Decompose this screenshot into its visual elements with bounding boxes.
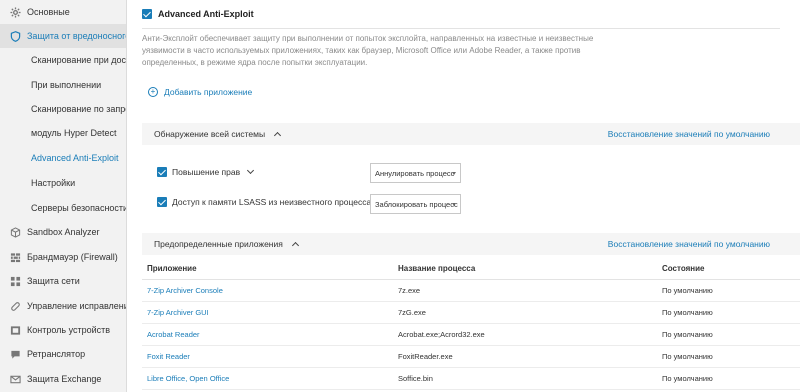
table-row[interactable]: 7-Zip Archiver GUI 7zG.exe По умолчанию	[142, 302, 800, 324]
sidebar-item-on-execute[interactable]: При выполнении	[0, 73, 126, 97]
sidebar-item-label: Sandbox Analyzer	[27, 227, 100, 237]
lsass-access-action-select[interactable]: Заблокировать процесс	[370, 194, 461, 214]
app-name-link[interactable]: 7-Zip Archiver GUI	[142, 308, 396, 317]
gear-icon	[10, 6, 21, 18]
page-title: Advanced Anti-Exploit	[158, 9, 254, 19]
sidebar-item-general[interactable]: Основные	[0, 0, 126, 24]
sidebar-item-exchange-protection[interactable]: Защита Exchange	[0, 367, 126, 391]
column-header-state[interactable]: Состояние	[662, 264, 800, 273]
firewall-icon	[10, 252, 21, 263]
network-icon	[10, 276, 21, 287]
sidebar-item-label: Advanced Anti-Exploit	[31, 153, 119, 163]
option-label: Доступ к памяти LSASS из неизвестного пр…	[172, 197, 372, 207]
sidebar-item-label: Сканирование при доступе	[31, 55, 127, 65]
sidebar-item-label: Сканирование по запросу	[31, 104, 126, 114]
sidebar-item-label: При выполнении	[31, 80, 102, 90]
chevron-down-icon[interactable]	[247, 166, 255, 175]
option-privilege-escalation: Повышение прав	[157, 162, 255, 182]
description-text: Анти-Эксплойт обеспечивает защиту при вы…	[142, 34, 594, 67]
add-application-link[interactable]: + Добавить приложение	[148, 87, 252, 97]
sidebar-item-label: Серверы безопасности	[31, 203, 127, 213]
sidebar-item-label: Защита сети	[27, 276, 80, 286]
state-value: По умолчанию	[662, 374, 713, 383]
section-title: Обнаружение всей системы	[154, 129, 266, 139]
sidebar-item-label: Управление исправлениями	[27, 301, 126, 311]
state-value: По умолчанию	[662, 308, 713, 317]
sidebar-item-label: Настройки	[31, 178, 76, 188]
sidebar-item-on-access[interactable]: Сканирование при доступе	[0, 48, 127, 72]
state-value: По умолчанию	[662, 286, 713, 295]
option-lsass-access: Доступ к памяти LSASS из неизвестного пр…	[157, 192, 386, 212]
anti-exploit-checkbox[interactable]	[142, 9, 152, 19]
process-name: 7z.exe	[398, 286, 421, 295]
shield-icon	[10, 30, 21, 42]
sidebar-item-label: Защита Exchange	[27, 374, 102, 384]
restore-defaults-link[interactable]: Восстановление значений по умолчанию	[608, 239, 770, 249]
sidebar-item-firewall[interactable]: Брандмауэр (Firewall)	[0, 245, 126, 269]
app-name-link[interactable]: Acrobat Reader	[142, 330, 396, 339]
chevron-up-icon[interactable]	[291, 241, 299, 250]
cube-icon	[10, 226, 21, 238]
caret-down-icon	[452, 172, 456, 175]
sidebar-item-label: Брандмауэр (Firewall)	[27, 252, 118, 262]
process-name: Soffice.bin	[398, 374, 433, 383]
section-title: Предопределенные приложения	[154, 239, 283, 249]
sidebar-item-antimalware[interactable]: Защита от вредоносного	[0, 24, 127, 48]
device-icon	[10, 325, 21, 336]
add-application-label: Добавить приложение	[164, 87, 253, 97]
plus-circle-icon: +	[148, 87, 158, 97]
sidebar-item-network-protection[interactable]: Защита сети	[0, 269, 126, 293]
restore-defaults-link[interactable]: Восстановление значений по умолчанию	[608, 129, 770, 139]
app-name-link[interactable]: Libre Office, Open Office	[142, 374, 396, 383]
sidebar-item-security-servers[interactable]: Серверы безопасности	[0, 196, 127, 220]
table-header: Приложение Название процесса Состояние	[142, 258, 800, 280]
sidebar-item-label: модуль Hyper Detect	[31, 128, 117, 138]
process-name: Acrobat.exe;Acrord32.exe	[398, 330, 485, 339]
table-row[interactable]: Libre Office, Open Office Soffice.bin По…	[142, 368, 800, 390]
process-name: 7zG.exe	[398, 308, 426, 317]
predefined-apps-table: Приложение Название процесса Состояние 7…	[142, 258, 800, 390]
table-row[interactable]: Foxit Reader FoxitReader.exe По умолчани…	[142, 346, 800, 368]
state-value: По умолчанию	[662, 330, 713, 339]
mail-icon	[10, 374, 21, 385]
sidebar-item-on-demand[interactable]: Сканирование по запросу	[0, 97, 126, 121]
chevron-up-icon[interactable]	[274, 131, 282, 140]
sidebar-item-anti-exploit[interactable]: Advanced Anti-Exploit	[0, 146, 126, 170]
option-label: Повышение прав	[172, 167, 241, 177]
privilege-escalation-checkbox[interactable]	[157, 167, 167, 177]
sidebar-item-sandbox[interactable]: Sandbox Analyzer	[0, 220, 126, 244]
anti-exploit-header: Advanced Anti-Exploit	[142, 9, 254, 19]
select-value: Заблокировать процесс	[375, 199, 458, 209]
relay-icon	[10, 349, 21, 360]
column-header-process[interactable]: Название процесса	[396, 264, 662, 273]
lsass-access-checkbox[interactable]	[157, 197, 167, 207]
select-value: Аннулировать процесс	[375, 168, 455, 178]
sidebar-item-relay[interactable]: Ретранслятор	[0, 342, 126, 366]
table-row[interactable]: Acrobat Reader Acrobat.exe;Acrord32.exe …	[142, 324, 800, 346]
sidebar-item-label: Защита от вредоносного	[27, 31, 127, 41]
sidebar-item-settings[interactable]: Настройки	[0, 171, 126, 195]
sidebar-item-label: Контроль устройств	[27, 325, 111, 335]
sidebar-item-device-control[interactable]: Контроль устройств	[0, 318, 126, 342]
title-divider	[142, 28, 780, 29]
sidebar: Основные Защита от вредоносного Сканиров…	[0, 0, 127, 392]
state-value: По умолчанию	[662, 352, 713, 361]
patch-icon	[10, 301, 21, 312]
privilege-escalation-action-select[interactable]: Аннулировать процесс	[370, 163, 461, 183]
caret-down-icon	[452, 203, 456, 206]
sidebar-item-hyper-detect[interactable]: модуль Hyper Detect	[0, 121, 126, 145]
app-name-link[interactable]: 7-Zip Archiver Console	[142, 286, 396, 295]
column-header-application[interactable]: Приложение	[142, 264, 396, 273]
sidebar-item-label: Основные	[27, 7, 70, 17]
app-name-link[interactable]: Foxit Reader	[142, 352, 396, 361]
main-panel: Advanced Anti-Exploit Анти-Эксплойт обес…	[128, 0, 800, 392]
process-name: FoxitReader.exe	[398, 352, 453, 361]
predefined-apps-section-header: Предопределенные приложения Восстановлен…	[142, 233, 800, 255]
sidebar-item-patch-management[interactable]: Управление исправлениями	[0, 294, 126, 318]
sidebar-item-label: Ретранслятор	[27, 349, 86, 359]
table-row[interactable]: 7-Zip Archiver Console 7z.exe По умолчан…	[142, 280, 800, 302]
system-detection-section-header: Обнаружение всей системы Восстановление …	[142, 123, 800, 145]
